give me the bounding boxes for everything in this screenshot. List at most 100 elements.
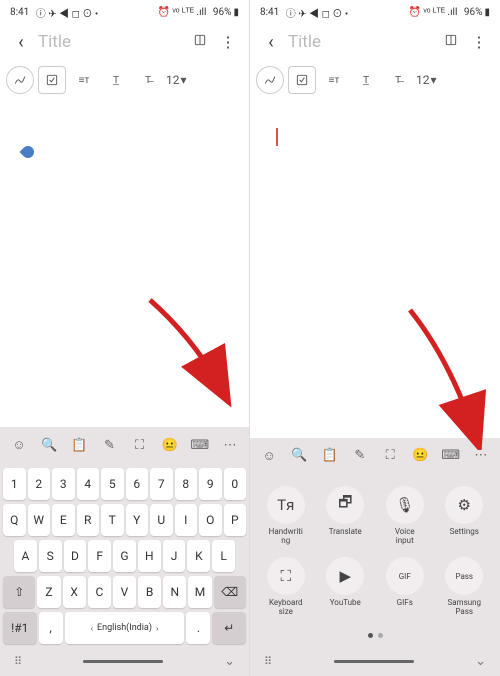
pen-button[interactable]	[6, 66, 34, 94]
key-8[interactable]: 8	[175, 468, 198, 500]
nav-bar: ⠿ ⌄	[0, 646, 249, 676]
symbols-key[interactable]: !#1	[3, 612, 37, 644]
tool-youtube[interactable]: ▶YouTube	[317, 557, 373, 617]
clipboard-icon[interactable]: 📋	[320, 446, 340, 466]
back-button[interactable]: ‹	[260, 32, 282, 53]
strike-button[interactable]: T̶	[134, 66, 162, 94]
key-v[interactable]: V	[113, 576, 136, 608]
edit-icon[interactable]: ✎	[350, 446, 370, 466]
key-k[interactable]: K	[187, 540, 210, 572]
key-9[interactable]: 9	[199, 468, 222, 500]
key-r[interactable]: R	[77, 504, 100, 536]
tool-label: Translate	[329, 528, 362, 537]
edit-icon[interactable]: ✎	[99, 435, 119, 455]
key-n[interactable]: N	[163, 576, 186, 608]
tool-translate[interactable]: 🗗Translate	[317, 486, 373, 546]
tool-samsung-pass[interactable]: PassSamsung Pass	[436, 557, 492, 617]
more-tools-icon[interactable]: ⋯	[220, 435, 240, 455]
expand-icon[interactable]: ⛶	[380, 446, 400, 466]
key-1[interactable]: 1	[3, 468, 26, 500]
pen-button[interactable]	[256, 66, 284, 94]
key-6[interactable]: 6	[126, 468, 149, 500]
search-icon[interactable]: 🔍	[289, 446, 309, 466]
key-l[interactable]: L	[212, 540, 235, 572]
face-icon[interactable]: 😐	[160, 435, 180, 455]
key-o[interactable]: O	[199, 504, 222, 536]
key-m[interactable]: M	[188, 576, 211, 608]
reader-icon[interactable]	[440, 33, 462, 51]
key-f[interactable]: F	[88, 540, 111, 572]
key-a[interactable]: A	[14, 540, 37, 572]
tool-voice-input[interactable]: 🎙Voice input	[377, 486, 433, 546]
search-icon[interactable]: 🔍	[39, 435, 59, 455]
checkbox-button[interactable]	[288, 66, 316, 94]
strike-button[interactable]: T̶	[384, 66, 412, 94]
expand-icon[interactable]: ⛶	[130, 435, 150, 455]
key-2[interactable]: 2	[28, 468, 51, 500]
key-x[interactable]: X	[63, 576, 86, 608]
key-c[interactable]: C	[88, 576, 111, 608]
textformat-button[interactable]: ≡т	[320, 66, 348, 94]
underline-button[interactable]: T̲	[352, 66, 380, 94]
underline-button[interactable]: T̲	[102, 66, 130, 94]
key-d[interactable]: D	[64, 540, 87, 572]
key-3[interactable]: 3	[52, 468, 75, 500]
back-button[interactable]: ‹	[10, 32, 32, 53]
key-p[interactable]: P	[224, 504, 247, 536]
clipboard-icon[interactable]: 📋	[69, 435, 89, 455]
key-4[interactable]: 4	[77, 468, 100, 500]
key-u[interactable]: U	[150, 504, 173, 536]
note-canvas[interactable]	[0, 98, 249, 427]
cursor-handle[interactable]	[20, 144, 37, 161]
emoji-icon[interactable]: ☺	[259, 446, 279, 466]
checkbox-button[interactable]	[38, 66, 66, 94]
dot-key[interactable]: .	[186, 612, 210, 644]
tool-keyboard-size[interactable]: ⛶Keyboard size	[258, 557, 314, 617]
more-icon[interactable]: ⋮	[468, 33, 490, 51]
home-indicator[interactable]	[83, 660, 163, 663]
keyboard-icon[interactable]: ⌨	[441, 446, 461, 466]
collapse-icon[interactable]: ⌄	[224, 654, 235, 669]
key-z[interactable]: Z	[37, 576, 60, 608]
key-y[interactable]: Y	[126, 504, 149, 536]
tool-handwriting[interactable]: TяHandwriti ng	[258, 486, 314, 546]
key-j[interactable]: J	[163, 540, 186, 572]
emoji-icon[interactable]: ☺	[9, 435, 29, 455]
key-0[interactable]: 0	[224, 468, 247, 500]
key-e[interactable]: E	[52, 504, 75, 536]
key-7[interactable]: 7	[150, 468, 173, 500]
key-b[interactable]: B	[138, 576, 161, 608]
comma-key[interactable]: ,	[39, 612, 63, 644]
keyboard-icon[interactable]: ⌨	[190, 435, 210, 455]
tool-settings[interactable]: ⚙Settings	[436, 486, 492, 546]
note-canvas[interactable]	[250, 98, 500, 438]
tool-gifs[interactable]: GIFGIFs	[377, 557, 433, 617]
title-field[interactable]: Title	[38, 32, 183, 52]
fontsize-selector[interactable]: 12▾	[416, 73, 437, 87]
grid-icon[interactable]: ⠿	[14, 655, 22, 668]
key-5[interactable]: 5	[101, 468, 124, 500]
key-w[interactable]: W	[28, 504, 51, 536]
youtube-icon: ▶	[326, 557, 364, 595]
grid-icon[interactable]: ⠿	[264, 655, 272, 668]
key-h[interactable]: H	[138, 540, 161, 572]
collapse-icon[interactable]: ⌄	[475, 654, 486, 669]
space-key[interactable]: ‹English(India)›	[65, 612, 185, 644]
textformat-button[interactable]: ≡т	[70, 66, 98, 94]
enter-key[interactable]: ↵	[212, 612, 246, 644]
key-s[interactable]: S	[39, 540, 62, 572]
home-indicator[interactable]	[334, 660, 414, 663]
face-icon[interactable]: 😐	[410, 446, 430, 466]
reader-icon[interactable]	[189, 33, 211, 51]
key-q[interactable]: Q	[3, 504, 26, 536]
key-⌫[interactable]: ⌫	[214, 576, 246, 608]
key-g[interactable]: G	[113, 540, 136, 572]
more-icon[interactable]: ⋮	[217, 33, 239, 51]
title-field[interactable]: Title	[288, 32, 434, 52]
fontsize-selector[interactable]: 12▾	[166, 73, 187, 87]
keyboard-toolbar: ☺ 🔍 📋 ✎ ⛶ 😐 ⌨ ⋯	[250, 438, 500, 474]
key-t[interactable]: T	[101, 504, 124, 536]
more-tools-icon[interactable]: ⋯	[471, 446, 491, 466]
key-i[interactable]: I	[175, 504, 198, 536]
key-⇧[interactable]: ⇧	[3, 576, 35, 608]
